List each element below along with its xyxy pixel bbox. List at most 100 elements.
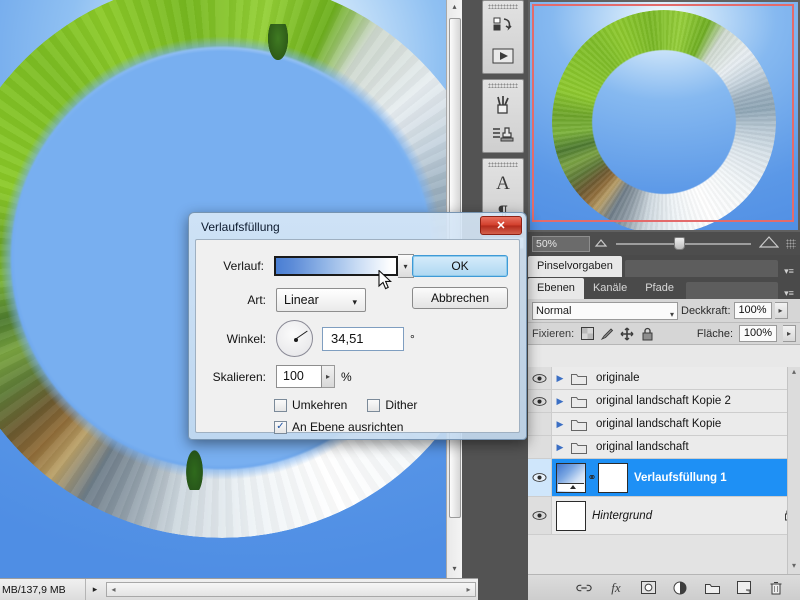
new-group-button[interactable]: [704, 580, 720, 596]
table-row[interactable]: ▶ original landschaft Kopie: [528, 413, 800, 436]
layer-visibility-toggle[interactable]: [528, 367, 552, 389]
status-expand-arrow[interactable]: ▸: [86, 584, 104, 595]
layer-name: Verlaufsfüllung 1: [634, 471, 727, 484]
hscroll-left-arrow[interactable]: ◂: [107, 583, 120, 596]
zoom-level-input[interactable]: 50%: [532, 235, 590, 252]
opacity-input[interactable]: 100%: [733, 302, 772, 319]
delete-layer-button[interactable]: [768, 580, 784, 596]
group-disclosure-triangle[interactable]: ▶: [552, 396, 568, 407]
layer-mask-thumbnail[interactable]: [598, 462, 628, 493]
tab-brush-presets[interactable]: Pinselvorgaben: [528, 256, 622, 277]
layer-visibility-toggle[interactable]: [528, 436, 552, 458]
brush-presets-panel-tab-bar: Pinselvorgaben ▾≡: [528, 255, 800, 277]
layer-visibility-toggle[interactable]: [528, 497, 552, 534]
dither-label: Dither: [385, 398, 418, 412]
layer-style-button[interactable]: fx: [608, 580, 624, 596]
adjustment-layer-button[interactable]: [672, 580, 688, 596]
navigator-panel-preview[interactable]: [528, 0, 800, 232]
zoom-out-icon[interactable]: [594, 238, 608, 250]
panel-resize-grip[interactable]: [786, 238, 796, 249]
link-layers-button[interactable]: [576, 580, 592, 596]
group-disclosure-triangle[interactable]: ▶: [552, 373, 568, 384]
hscroll-right-arrow[interactable]: ▸: [462, 583, 475, 596]
dialog-title-bar[interactable]: Verlaufsfüllung ✕: [191, 215, 524, 239]
group-disclosure-triangle[interactable]: ▶: [552, 442, 568, 453]
layer-name: Hintergrund: [592, 509, 653, 522]
document-status-bar: MB/137,9 MB ▸ ◂ ▸: [0, 578, 478, 600]
fill-stepper[interactable]: ▸: [783, 325, 796, 342]
history-icon[interactable]: [483, 11, 523, 41]
layer-visibility-toggle[interactable]: [528, 413, 552, 435]
checkbox-box[interactable]: [367, 398, 381, 412]
lock-label: Fixieren:: [532, 327, 575, 340]
fill-input[interactable]: 100%: [739, 325, 777, 342]
scroll-down-arrow[interactable]: ▾: [447, 562, 462, 578]
angle-field-row: Winkel: 34,51 °: [204, 320, 415, 357]
layers-scroll-up[interactable]: ▴: [788, 367, 800, 380]
tab-pfade[interactable]: Pfade: [636, 278, 683, 299]
tree-detail-top: [268, 24, 288, 60]
table-row[interactable]: ▶ originale: [528, 367, 800, 390]
scale-stepper[interactable]: ▸: [322, 365, 335, 388]
reverse-checkbox[interactable]: Umkehren: [274, 398, 347, 412]
checkbox-box[interactable]: [274, 398, 287, 412]
table-row[interactable]: ▶ original landschaft: [528, 436, 800, 459]
background-layer-thumbnail[interactable]: [556, 500, 586, 531]
table-row[interactable]: Hintergrund: [528, 497, 800, 535]
zoom-slider-knob[interactable]: [674, 236, 686, 250]
dock-grip[interactable]: [488, 83, 518, 88]
tab-ebenen[interactable]: Ebenen: [528, 278, 584, 299]
angle-input[interactable]: 34,51: [322, 326, 404, 351]
angle-dial[interactable]: [276, 320, 313, 357]
ok-button[interactable]: OK: [412, 255, 508, 277]
navigator-zoom-controls: 50%: [528, 232, 800, 255]
actions-icon[interactable]: [483, 41, 523, 71]
layers-list[interactable]: ▶ originale ▶ original landschaft Kopie …: [528, 367, 800, 574]
new-layer-button[interactable]: [736, 580, 752, 596]
layer-visibility-toggle[interactable]: [528, 459, 552, 496]
scale-input[interactable]: 100: [276, 365, 322, 388]
dither-checkbox[interactable]: Dither: [367, 398, 417, 412]
group-disclosure-triangle[interactable]: ▶: [552, 419, 568, 430]
blend-mode-select[interactable]: Normal ▾: [532, 301, 678, 320]
zoom-slider[interactable]: [616, 236, 751, 251]
scroll-up-arrow[interactable]: ▴: [447, 0, 462, 16]
close-icon[interactable]: ✕: [480, 216, 522, 235]
document-horizontal-scrollbar[interactable]: ◂ ▸: [106, 582, 476, 597]
lock-all-icon[interactable]: [640, 327, 654, 341]
eye-icon: [532, 396, 547, 406]
lock-image-pixels-icon[interactable]: [600, 327, 614, 341]
character-icon[interactable]: A: [483, 169, 523, 199]
tree-detail-bottom: [186, 450, 203, 490]
scale-label: Skalieren:: [212, 369, 266, 384]
align-with-layer-checkbox[interactable]: ✓ An Ebene ausrichten: [274, 420, 403, 434]
lock-position-icon[interactable]: [620, 327, 634, 341]
table-row[interactable]: ⚭ Verlaufsfüllung 1: [528, 459, 800, 497]
clone-source-icon[interactable]: [483, 120, 523, 150]
zoom-in-icon[interactable]: [758, 236, 780, 251]
layers-panel-menu-icon[interactable]: ▾≡: [778, 288, 800, 299]
tab-bar-filler: [685, 282, 778, 299]
navigator-thumbnail[interactable]: [530, 2, 798, 230]
gradient-fill-thumbnail[interactable]: [556, 462, 586, 493]
layers-options-row: Normal ▾ Deckkraft: 100% ▸: [528, 299, 800, 323]
layer-visibility-toggle[interactable]: [528, 390, 552, 412]
tab-kanaele[interactable]: Kanäle: [583, 278, 637, 299]
checkbox-box[interactable]: ✓: [274, 420, 287, 434]
layer-mask-button[interactable]: [640, 580, 656, 596]
brushes-icon[interactable]: [483, 90, 523, 120]
gradient-type-select[interactable]: Linear ▾: [276, 288, 366, 312]
cancel-button[interactable]: Abbrechen: [412, 287, 508, 309]
panel-menu-icon[interactable]: ▾≡: [778, 266, 800, 277]
dialog-title: Verlaufsfüllung: [201, 220, 280, 234]
table-row[interactable]: ▶ original landschaft Kopie 2: [528, 390, 800, 413]
lock-transparent-pixels-icon[interactable]: [580, 327, 594, 341]
type-field-row: Art: Linear ▾: [204, 288, 366, 312]
opacity-stepper[interactable]: ▸: [774, 302, 788, 319]
layers-scroll-down[interactable]: ▾: [788, 561, 800, 574]
gradient-fill-dialog[interactable]: Verlaufsfüllung ✕ Verlauf: ▾ Art: Linear…: [188, 212, 527, 440]
layer-mask-link-icon[interactable]: ⚭: [586, 471, 598, 484]
dock-grip[interactable]: [488, 4, 518, 9]
layers-list-scrollbar[interactable]: ▴ ▾: [787, 367, 800, 574]
dock-grip[interactable]: [488, 162, 518, 167]
